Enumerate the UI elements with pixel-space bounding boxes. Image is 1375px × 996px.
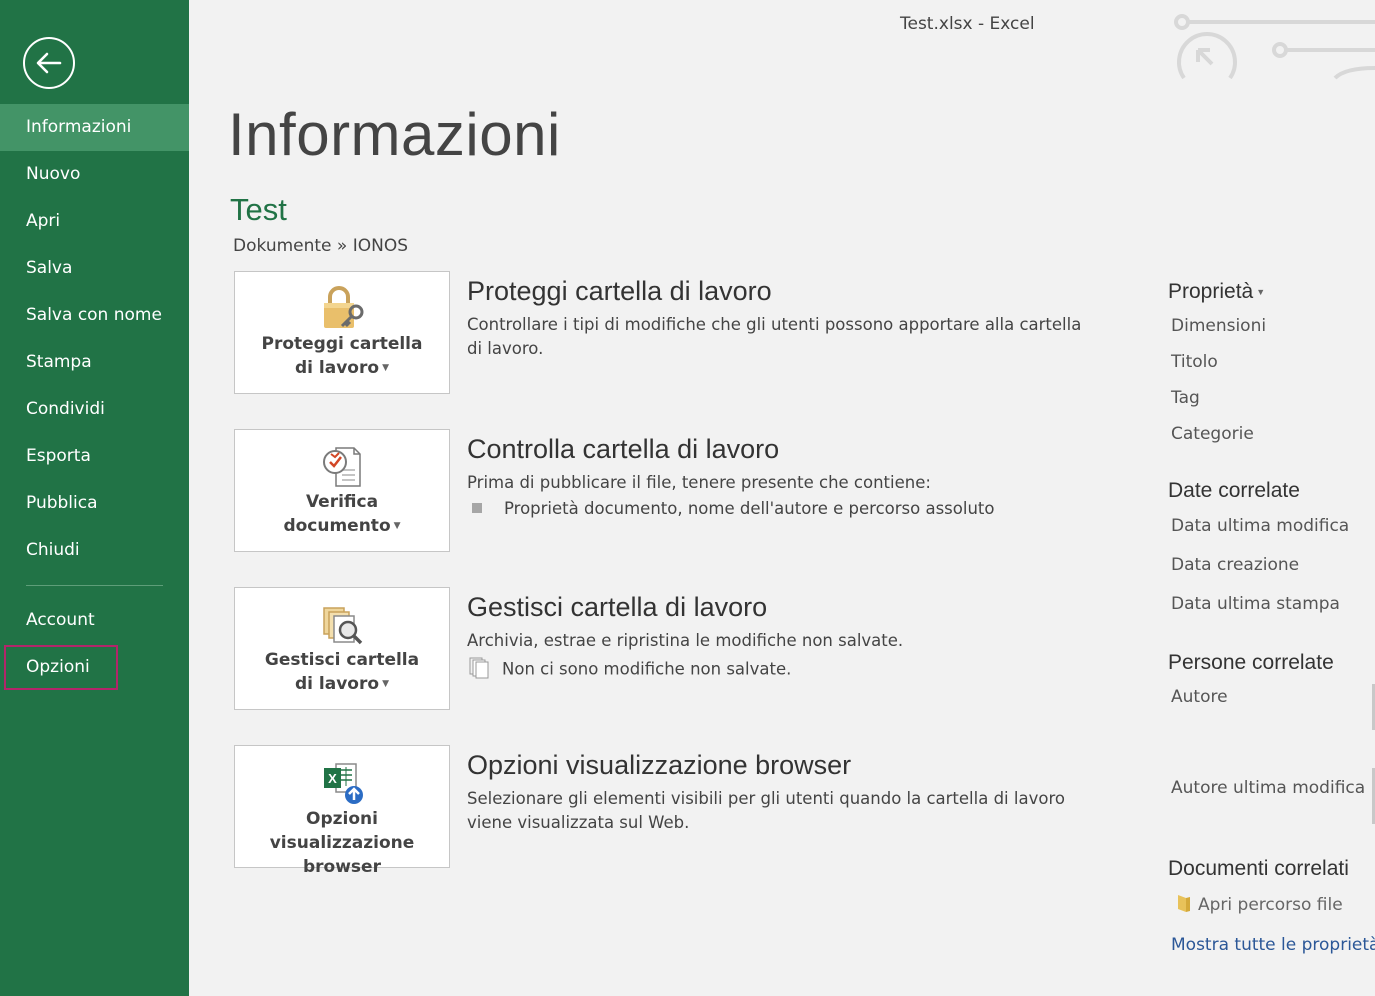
browser-view-options-button[interactable]: X Opzioni visualizzazione browser — [234, 745, 450, 877]
backstage-nav: Informazioni Nuovo Apri Salva Salva con … — [0, 104, 189, 691]
inspect-document-label: Verifica documento ▼ — [283, 492, 401, 536]
dropdown-caret-icon: ▼ — [1256, 287, 1266, 298]
document-path[interactable]: Dokumente » IONOS — [233, 236, 408, 256]
page-title: Informazioni — [228, 101, 561, 168]
dropdown-caret-icon: ▼ — [393, 521, 401, 531]
show-all-properties-link[interactable]: Mostra tutte le proprietà — [1171, 935, 1375, 955]
manage-workbook-title: Gestisci cartella di lavoro — [467, 592, 768, 622]
inspect-bullet-item: Proprietà documento, nome dell'autore e … — [472, 499, 994, 518]
date-last-printed: Data ultima stampa — [1171, 594, 1340, 614]
property-title: Titolo — [1171, 352, 1218, 372]
nav-item-opzioni[interactable]: Opzioni — [3, 644, 119, 691]
nav-item-nuovo[interactable]: Nuovo — [0, 151, 189, 198]
folder-icon — [1178, 895, 1190, 912]
circuit-decoration-icon — [1174, 14, 1375, 80]
manage-workbook-button[interactable]: Gestisci cartella di lavoro ▼ — [234, 587, 450, 710]
nav-item-salva[interactable]: Salva — [0, 245, 189, 292]
nav-item-stampa[interactable]: Stampa — [0, 339, 189, 386]
back-button[interactable] — [23, 37, 75, 89]
manage-versions-icon — [323, 607, 363, 645]
inspect-document-icon — [323, 447, 361, 487]
date-last-modified: Data ultima modifica — [1171, 516, 1350, 536]
property-size: Dimensioni — [1171, 316, 1267, 336]
excel-browser-view-icon: X — [324, 763, 363, 804]
manage-workbook-label: Gestisci cartella di lavoro ▼ — [264, 650, 420, 694]
lock-key-icon — [324, 286, 364, 328]
properties-heading[interactable]: Proprietà ▼ — [1168, 280, 1265, 304]
nav-item-account[interactable]: Account — [0, 597, 189, 644]
date-created: Data creazione — [1171, 555, 1300, 575]
nav-item-apri[interactable]: Apri — [0, 198, 189, 245]
protect-workbook-label: Proteggi cartella di lavoro ▼ — [261, 334, 423, 378]
related-documents-heading: Documenti correlati — [1168, 857, 1349, 880]
dropdown-caret-icon: ▼ — [382, 679, 389, 689]
protect-workbook-title: Proteggi cartella di lavoro — [467, 276, 772, 306]
svg-text:X: X — [328, 771, 337, 786]
browser-view-options-desc: Selezionare gli elementi visibili per gl… — [467, 789, 1065, 832]
documents-stack-icon — [469, 657, 489, 679]
nav-item-pubblica[interactable]: Pubblica — [0, 480, 189, 527]
dropdown-caret-icon: ▼ — [382, 363, 389, 373]
manage-bullet-item: Non ci sono modifiche non salvate. — [468, 657, 791, 682]
inspect-document-button[interactable]: Verifica documento ▼ — [234, 429, 450, 552]
related-dates-heading: Date correlate — [1168, 479, 1300, 502]
backstage-sidebar: Informazioni Nuovo Apri Salva Salva con … — [0, 0, 189, 996]
browser-view-options-title: Opzioni visualizzazione browser — [467, 750, 852, 780]
protect-workbook-desc: Controllare i tipi di modifiche che gli … — [467, 315, 1082, 358]
nav-item-esporta[interactable]: Esporta — [0, 433, 189, 480]
inspect-workbook-desc: Prima di pubblicare il file, tenere pres… — [467, 473, 931, 492]
nav-divider — [26, 585, 163, 586]
manage-workbook-desc: Archivia, estrae e ripristina le modific… — [467, 631, 904, 650]
nav-item-condividi[interactable]: Condividi — [0, 386, 189, 433]
inspect-workbook-title: Controlla cartella di lavoro — [467, 434, 780, 464]
property-tags: Tag — [1171, 388, 1200, 408]
protect-workbook-button[interactable]: Proteggi cartella di lavoro ▼ — [234, 271, 450, 394]
bullet-square-icon — [472, 502, 482, 513]
document-name: Test — [230, 192, 287, 227]
people-last-modified-by: Autore ultima modifica — [1171, 778, 1366, 798]
people-author: Autore — [1171, 687, 1228, 707]
open-file-location-link[interactable]: Apri percorso file — [1176, 895, 1343, 915]
nav-item-informazioni[interactable]: Informazioni — [0, 104, 189, 151]
nav-item-salva-con-nome[interactable]: Salva con nome — [0, 292, 189, 339]
nav-item-chiudi[interactable]: Chiudi — [0, 527, 189, 574]
property-categories: Categorie — [1171, 424, 1254, 444]
window-title: Test.xlsx - Excel — [900, 14, 1035, 34]
back-arrow-icon — [36, 52, 62, 74]
browser-view-options-label: Opzioni visualizzazione browser — [269, 809, 415, 877]
related-people-heading: Persone correlate — [1168, 651, 1334, 674]
